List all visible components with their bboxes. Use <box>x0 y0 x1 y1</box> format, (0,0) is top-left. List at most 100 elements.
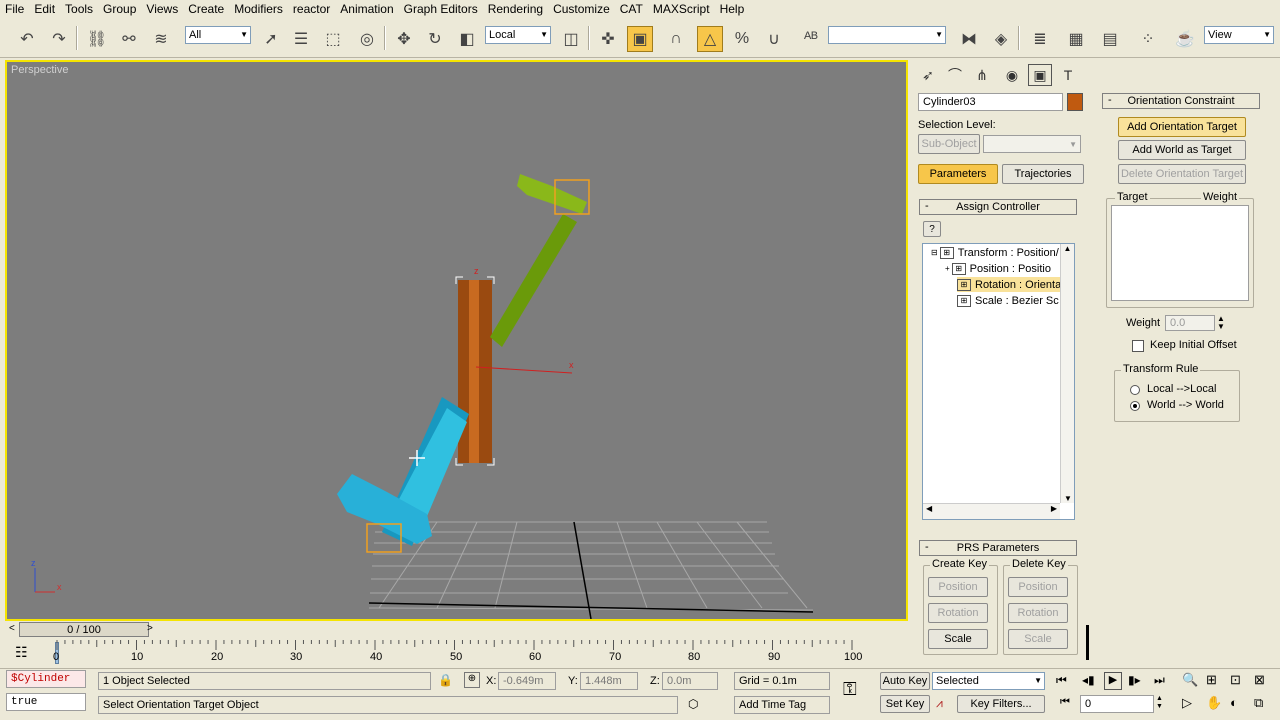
unlink-icon[interactable]: ⚯ <box>116 26 142 52</box>
time-slider-next-icon[interactable]: > <box>147 623 153 634</box>
menu-views[interactable]: Views <box>141 2 183 16</box>
maxscript-listener-line1[interactable]: $Cylinder <box>6 670 86 688</box>
keep-initial-offset-checkbox[interactable] <box>1132 340 1144 352</box>
menu-animation[interactable]: Animation <box>335 2 398 16</box>
edit-named-selection-icon[interactable]: ᴬᴮ <box>798 26 824 52</box>
selection-lock-icon[interactable]: 🔒 <box>438 673 453 687</box>
display-tab-icon[interactable]: ▣ <box>1028 64 1052 86</box>
delete-orientation-target-button[interactable]: Delete Orientation Target <box>1118 164 1246 184</box>
menu-help[interactable]: Help <box>715 2 750 16</box>
maxscript-listener-line2[interactable]: true <box>6 693 86 711</box>
goto-end-icon[interactable]: ⏭ <box>1154 673 1165 688</box>
menu-create[interactable]: Create <box>183 2 229 16</box>
play-icon[interactable]: ▶ <box>1104 672 1122 690</box>
frame-spinner-arrows[interactable]: ▲ ▼ <box>1156 695 1163 711</box>
menu-modifiers[interactable]: Modifiers <box>229 2 288 16</box>
zoom-extents-icon[interactable]: ⊡ <box>1230 672 1241 688</box>
render-setup-icon[interactable]: ☕ <box>1172 26 1198 52</box>
menu-edit[interactable]: Edit <box>29 2 60 16</box>
time-slider-prev-icon[interactable]: < <box>9 623 15 634</box>
absolute-mode-icon[interactable]: ⊕ <box>464 672 480 688</box>
curve-editor-icon[interactable]: ▦ <box>1063 26 1089 52</box>
z-coord-field[interactable]: 0.0m <box>662 672 718 690</box>
orientation-constraint-rollout-header[interactable]: - Orientation Constraint <box>1102 93 1260 109</box>
hierarchy-tab-icon[interactable]: ⋔ <box>970 64 994 86</box>
menu-graph-editors[interactable]: Graph Editors <box>399 2 483 16</box>
set-key-button[interactable]: Set Key <box>880 695 930 713</box>
snap-toggle-icon[interactable]: ∩ <box>663 26 689 52</box>
time-slider-handle[interactable]: 0 / 100 <box>19 622 149 637</box>
menu-tools[interactable]: Tools <box>60 2 98 16</box>
rect-selection-icon[interactable]: ⬚ <box>320 26 346 52</box>
named-selection-dropdown[interactable]: ▼ <box>828 26 946 44</box>
create-position-key-button[interactable]: Position <box>928 577 988 597</box>
menu-cat[interactable]: CAT <box>615 2 648 16</box>
rotate-icon[interactable]: ↻ <box>422 26 448 52</box>
create-scale-key-button[interactable]: Scale <box>928 629 988 649</box>
redo-icon[interactable]: ↷ <box>46 26 72 52</box>
field-of-view-icon[interactable]: ▷ <box>1182 695 1192 711</box>
arc-rotate-icon[interactable]: ◐ <box>1230 695 1238 710</box>
mirror-icon[interactable]: ⧓ <box>956 26 982 52</box>
sub-object-dropdown[interactable]: ▼ <box>983 135 1081 153</box>
maximize-viewport-icon[interactable]: ⧉ <box>1254 695 1263 711</box>
perspective-viewport[interactable]: Perspective x z z x <box>5 60 908 621</box>
weight-spinner[interactable]: 0.0 <box>1165 315 1215 331</box>
select-link-icon[interactable]: ⛓ <box>84 26 110 52</box>
object-name-field[interactable]: Cylinder03 <box>918 93 1063 111</box>
track-bar[interactable]: ☷ 0 10 20 30 40 50 60 70 80 90 100 <box>0 640 905 668</box>
target-list[interactable] <box>1111 205 1249 301</box>
align-icon[interactable]: ◈ <box>988 26 1014 52</box>
menu-rendering[interactable]: Rendering <box>483 2 548 16</box>
delete-position-key-button[interactable]: Position <box>1008 577 1068 597</box>
x-coord-field[interactable]: -0.649m <box>498 672 556 690</box>
create-rotation-key-button[interactable]: Rotation <box>928 603 988 623</box>
tree-item-position[interactable]: + ⊞ Position : Positio <box>945 261 1051 276</box>
weight-spinner-arrows[interactable]: ▲ ▼ <box>1217 315 1225 331</box>
key-filters-button[interactable]: Key Filters... <box>957 695 1045 713</box>
schematic-view-icon[interactable]: ▤ <box>1097 26 1123 52</box>
trajectories-button[interactable]: Trajectories <box>1002 164 1084 184</box>
scale-icon[interactable]: ◧ <box>454 26 480 52</box>
angle-snap-icon[interactable]: △ <box>697 26 723 52</box>
local-local-radio[interactable] <box>1130 385 1140 395</box>
percent-snap-icon[interactable]: % <box>729 26 755 52</box>
add-time-tag-button[interactable]: Add Time Tag <box>734 696 830 714</box>
view-dropdown[interactable]: View ▼ <box>1204 26 1274 44</box>
keyboard-shortcut-icon[interactable]: ▣ <box>627 26 653 52</box>
parameters-button[interactable]: Parameters <box>918 164 998 184</box>
spinner-snap-icon[interactable]: ∪ <box>761 26 787 52</box>
pivot-center-icon[interactable]: ◫ <box>558 26 584 52</box>
modify-tab-icon[interactable]: ⌒ <box>943 64 967 86</box>
add-orientation-target-button[interactable]: Add Orientation Target <box>1118 117 1246 137</box>
bind-space-warp-icon[interactable]: ≋ <box>148 26 174 52</box>
move-icon[interactable]: ✥ <box>391 26 417 52</box>
menu-maxscript[interactable]: MAXScript <box>648 2 715 16</box>
layer-manager-icon[interactable]: ≣ <box>1027 26 1053 52</box>
zoom-extents-all-icon[interactable]: ⊠ <box>1254 672 1265 688</box>
zoom-all-icon[interactable]: ⊞ <box>1206 672 1217 688</box>
pan-view-icon[interactable]: ✋ <box>1206 695 1222 711</box>
mini-curve-editor-icon[interactable]: ☷ <box>15 644 37 662</box>
selection-set-dropdown[interactable]: Selected ▼ <box>932 672 1045 690</box>
menu-group[interactable]: Group <box>98 2 141 16</box>
auto-key-button[interactable]: Auto Key <box>880 672 930 690</box>
world-world-radio[interactable] <box>1130 401 1140 411</box>
object-color-swatch[interactable] <box>1067 93 1083 111</box>
prev-frame-icon[interactable]: ◂▮ <box>1082 673 1095 687</box>
delete-scale-key-button[interactable]: Scale <box>1008 629 1068 649</box>
default-in-out-tangent-icon[interactable]: ⩘ <box>936 696 943 711</box>
key-mode-icon[interactable]: ⏮ <box>1060 696 1070 709</box>
motion-tab-icon[interactable]: ◉ <box>1000 64 1024 86</box>
prs-parameters-rollout-header[interactable]: - PRS Parameters <box>919 540 1077 556</box>
current-frame-field[interactable]: 0 <box>1080 695 1154 713</box>
goto-start-icon[interactable]: ⏮ <box>1056 673 1067 688</box>
utilities-tab-icon[interactable]: T <box>1056 64 1080 86</box>
controller-tree[interactable]: ⊟ ⊞ Transform : Position/ + ⊞ Position : Pos… <box>922 243 1075 520</box>
tree-horizontal-scrollbar[interactable]: ◀ ▶ <box>923 503 1060 519</box>
assign-controller-button[interactable]: ? <box>923 221 941 237</box>
zoom-icon[interactable]: 🔍 <box>1182 672 1198 688</box>
undo-icon[interactable]: ↶ <box>14 26 40 52</box>
panel-scroll-indicator[interactable] <box>1086 625 1089 660</box>
reference-coord-dropdown[interactable]: Local ▼ <box>485 26 551 44</box>
